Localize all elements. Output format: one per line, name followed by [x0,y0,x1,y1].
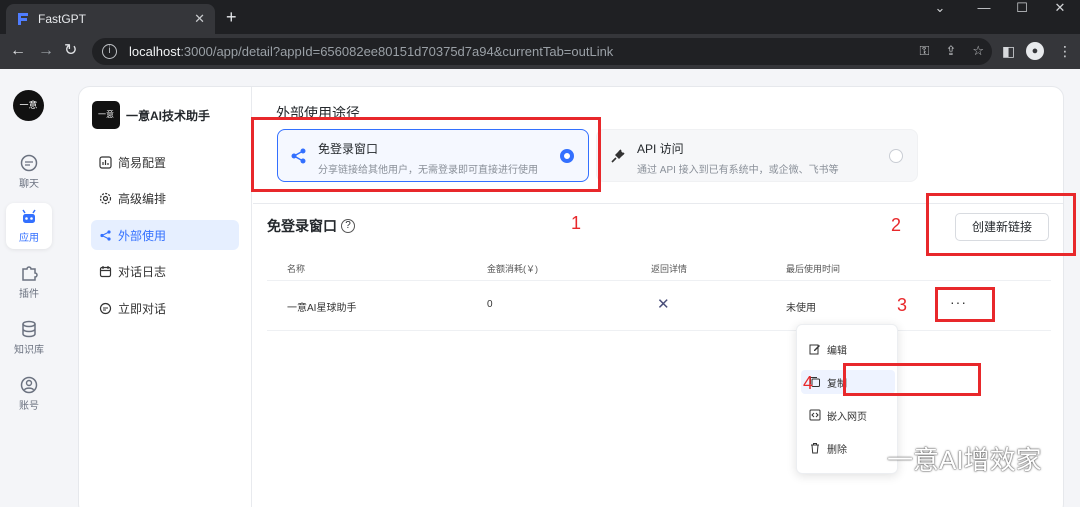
nav-chat[interactable]: 聊天 [6,149,52,195]
url-host: localhost [129,44,181,59]
menu-simple-config[interactable]: 简易配置 [91,147,239,177]
menu-start-chat[interactable]: 立即对话 [91,293,239,323]
nav-knowledge[interactable]: 知识库 [6,315,52,361]
option-description: 通过 API 接入到已有系统中，或企微、飞书等 [637,165,839,176]
browser-toolbar: ← → ↻ i localhost:3000/app/detail?appId=… [0,34,1080,69]
share-page-icon[interactable]: ⇪ [945,43,956,59]
tab-title: FastGPT [38,12,87,26]
site-info-icon[interactable]: i [102,44,117,59]
menu-external-use[interactable]: 外部使用 [91,220,239,250]
menu-label: 高级编排 [118,191,167,206]
forward-icon[interactable]: → [38,42,54,60]
radio-unselected[interactable] [889,149,903,163]
subsection-title-text: 免登录窗口 [267,218,337,234]
trash-icon [811,443,819,454]
share-icon [100,229,111,241]
menu-item-label: 删除 [827,444,847,456]
annotation-number-4: 4 [803,373,814,393]
table-header-divider [267,280,1051,281]
app-nav-rail: 一意 聊天 应用 插件 知识库 账号 [0,69,60,507]
nav-label: 应用 [19,233,39,244]
side-panel-icon[interactable]: ◧ [1002,43,1015,60]
tab-search-icon[interactable]: ⌄ [920,0,960,18]
omnibox-actions: ⚿ ⇪ ☆ [920,43,984,59]
app-side-menu: 一意 一意AI技术助手 简易配置 高级编排 外部使用 对话日志 立即对话 [79,87,252,507]
bookmark-star-icon[interactable]: ☆ [972,43,984,59]
address-bar[interactable]: i localhost:3000/app/detail?appId=656082… [92,38,992,65]
user-logo[interactable]: 一意 [13,90,44,121]
nav-label: 账号 [19,401,39,412]
watermark: 一意AI增效家 [845,440,1042,477]
user-icon [20,376,38,394]
help-icon[interactable]: ? [341,219,355,233]
nav-label: 聊天 [19,179,39,190]
gear-icon [99,192,112,204]
menu-label: 立即对话 [118,301,167,316]
annotation-box-1 [251,117,601,192]
tab-close-icon[interactable]: ✕ [194,11,205,27]
new-tab-button[interactable]: + [226,7,237,27]
chat-bubble-icon [99,302,112,314]
app-name: 一意AI技术助手 [126,109,211,123]
watermark-text: 一意AI增效家 [887,445,1042,475]
fastgpt-logo-icon [18,13,28,25]
nav-plugins[interactable]: 插件 [6,259,52,305]
nav-label: 知识库 [14,345,44,356]
menu-advanced-orchestration[interactable]: 高级编排 [91,183,239,213]
column-header-last-used: 最后使用时间 [786,264,841,274]
wechat-icon [846,445,877,471]
nav-account[interactable]: 账号 [6,371,52,417]
cell-cost: 0 [487,299,493,310]
minimize-button[interactable]: — [964,0,1004,18]
browser-tab-bar: FastGPT ✕ + ⌄ — ☐ ✕ [0,0,1080,34]
option-title: API 访问 [637,142,684,156]
key-icon[interactable]: ⚿ [920,43,930,59]
column-header-cost: 金额消耗(￥) [487,264,538,274]
annotation-box-4 [843,363,981,396]
annotation-box-2 [926,193,1076,256]
close-window-button[interactable]: ✕ [1040,0,1080,18]
chat-icon [20,154,38,172]
menu-label: 简易配置 [118,155,167,170]
menu-label: 对话日志 [118,264,167,279]
app-avatar: 一意 [92,101,120,129]
annotation-number-3: 3 [897,295,908,315]
robot-icon [22,209,36,223]
option-api-access[interactable]: API 访问 通过 API 接入到已有系统中，或企微、飞书等 [596,129,918,182]
menu-item-label: 嵌入网页 [827,411,867,423]
code-icon [809,409,821,421]
edit-icon [809,344,820,355]
nav-apps[interactable]: 应用 [6,203,52,249]
database-icon [22,320,36,338]
chart-icon [99,155,112,169]
nav-label: 插件 [19,289,39,300]
puzzle-icon [22,266,38,281]
browser-menu-icon[interactable]: ⋮ [1058,43,1072,60]
column-header-detail: 返回详情 [651,264,688,274]
subsection-title: 免登录窗口 ? [267,216,355,236]
annotation-number-1: 1 [571,213,582,233]
browser-tab[interactable]: FastGPT ✕ [6,4,215,34]
url-path: :3000/app/detail?appId=656082ee80151d703… [180,44,614,59]
cell-detail-off-icon: ✕ [657,296,670,313]
menu-chat-logs[interactable]: 对话日志 [91,256,239,286]
cell-name: 一意AI星球助手 [287,303,357,314]
calendar-icon [99,265,112,277]
menu-item-edit[interactable]: 编辑 [801,337,895,361]
plug-icon [611,149,625,163]
menu-item-label: 编辑 [827,345,847,357]
profile-avatar-icon[interactable]: ● [1026,42,1044,60]
annotation-number-2: 2 [891,215,902,235]
cell-last-used: 未使用 [786,303,816,314]
back-icon[interactable]: ← [10,42,26,60]
column-header-name: 名称 [287,264,306,274]
menu-item-embed[interactable]: 嵌入网页 [801,403,895,427]
table-row-divider [267,330,1051,331]
menu-label: 外部使用 [118,228,167,243]
reload-icon[interactable]: ↻ [64,42,77,60]
annotation-box-3 [935,287,995,322]
maximize-button[interactable]: ☐ [1002,0,1042,18]
